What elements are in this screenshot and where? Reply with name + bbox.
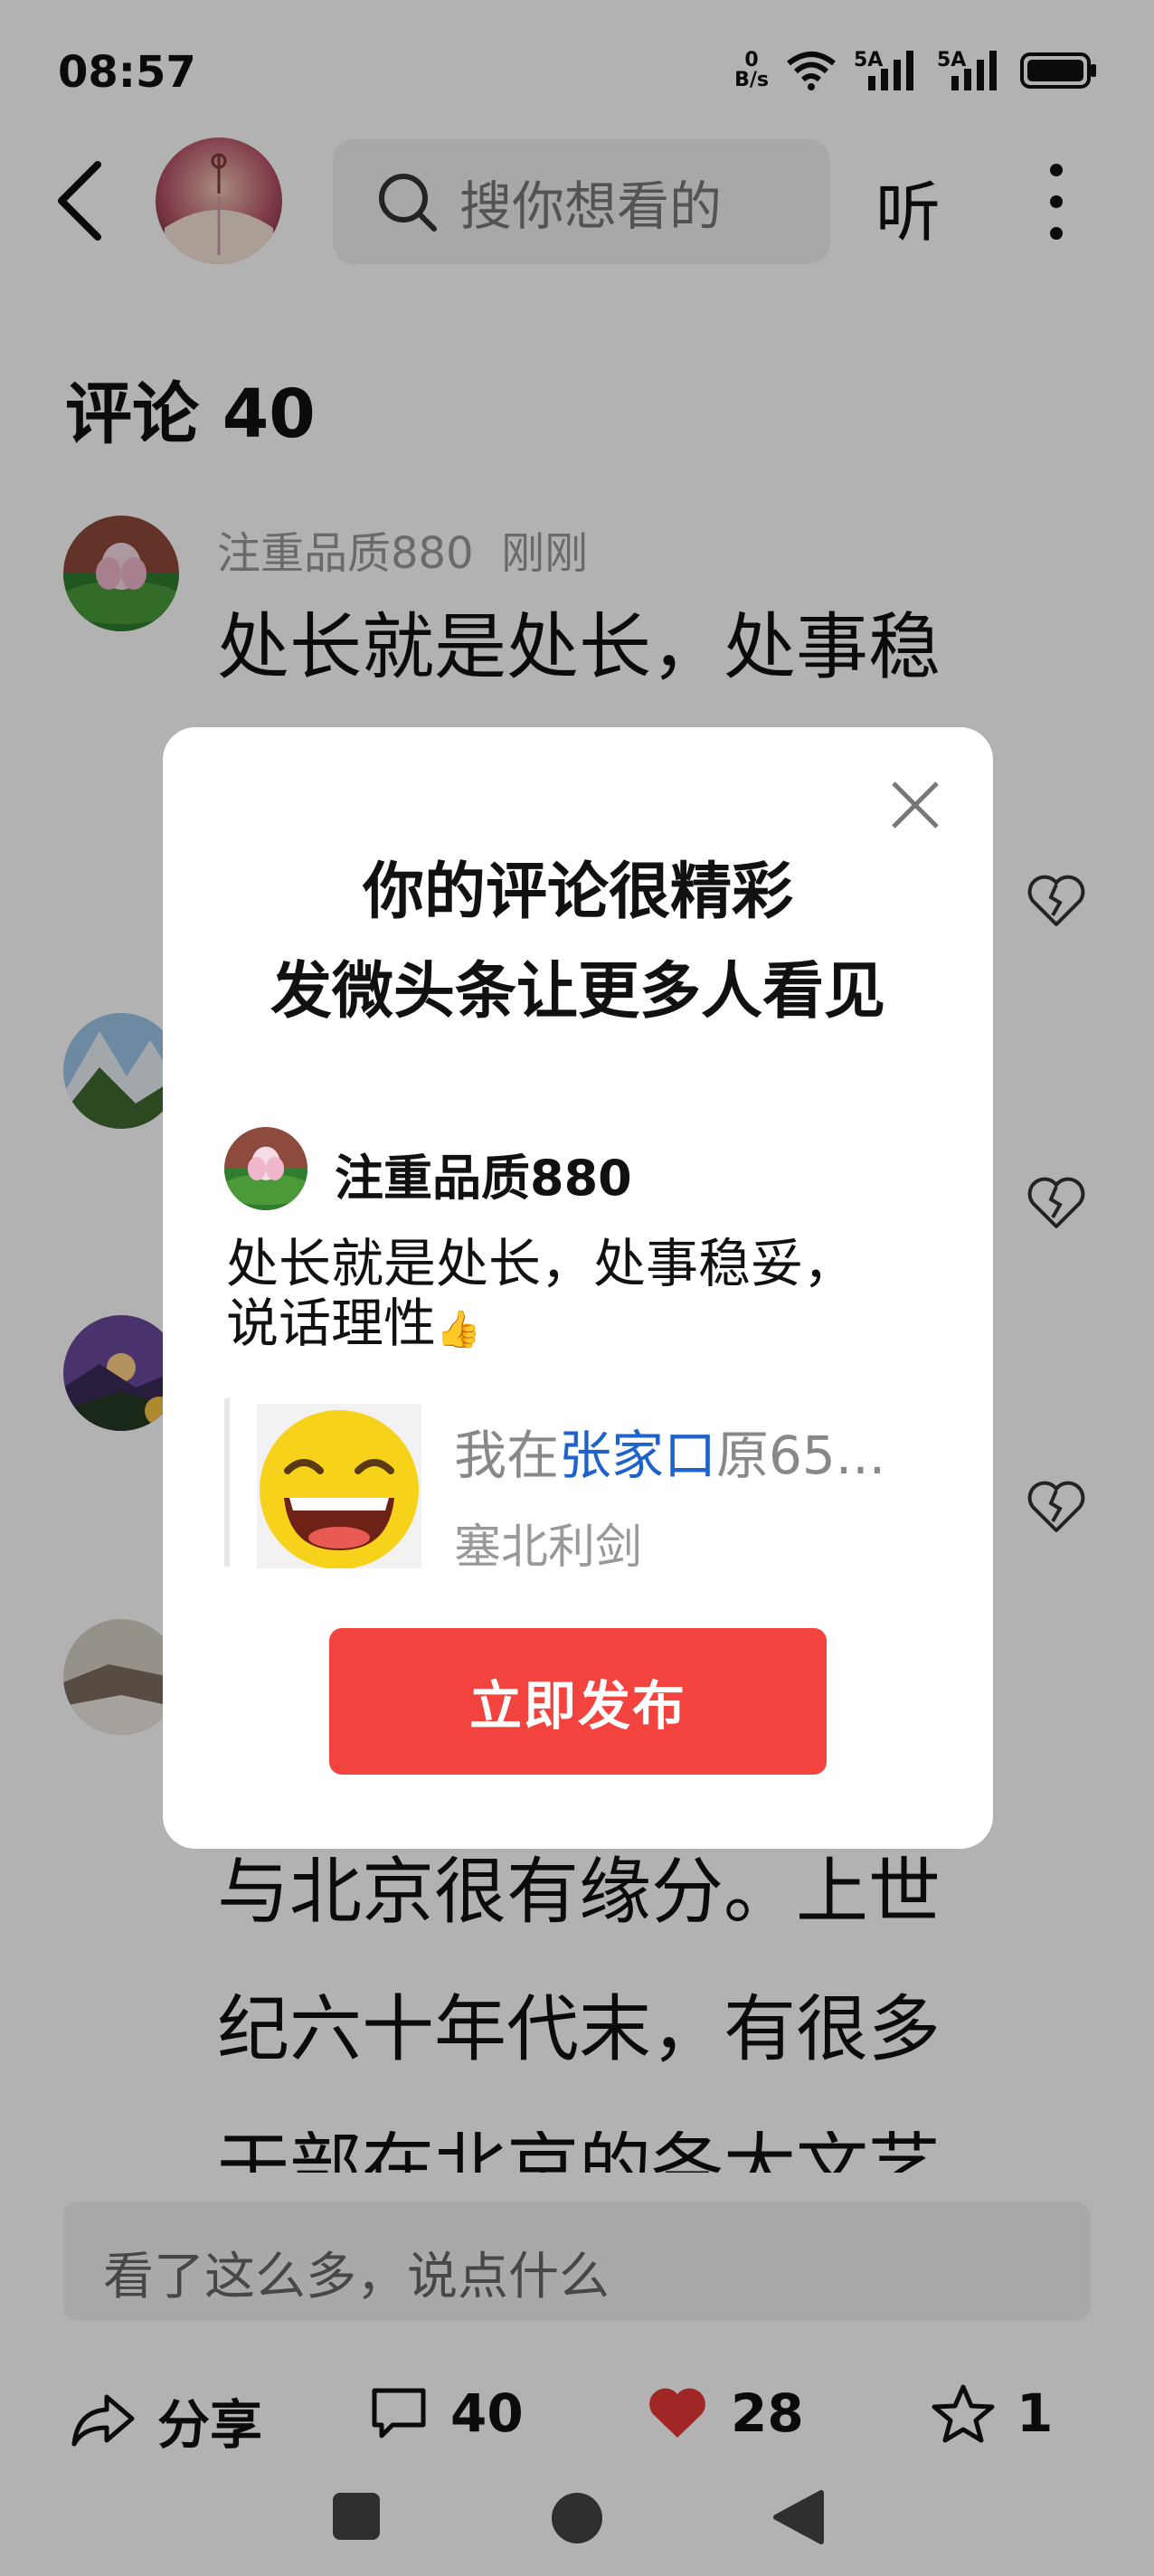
dialog-title-line1: 你的评论很精彩 xyxy=(362,857,793,928)
user-avatar xyxy=(224,1127,307,1210)
dialog-comment: 处长就是处长，处事稳妥， 说话理性👍 xyxy=(226,1233,856,1355)
dialog-username: 注重品质880 xyxy=(335,1150,632,1207)
thumbs-up-emoji: 👍 xyxy=(436,1309,481,1351)
article-title-link[interactable]: 张家口 xyxy=(559,1425,716,1486)
article-author: 塞北利剑 xyxy=(454,1520,643,1575)
quoted-article[interactable]: 我在张家口原65... 塞北利剑 xyxy=(224,1398,935,1575)
article-thumbnail xyxy=(257,1404,421,1569)
close-icon[interactable] xyxy=(890,780,941,830)
publish-button[interactable]: 立即发布 xyxy=(329,1628,827,1775)
article-title: 我在张家口原65... xyxy=(454,1425,886,1486)
publish-dialog: 你的评论很精彩 发微头条让更多人看见 注重品质880 处长就是处长，处事稳妥， … xyxy=(163,727,993,1849)
dialog-title-line2: 发微头条让更多人看见 xyxy=(270,956,885,1028)
